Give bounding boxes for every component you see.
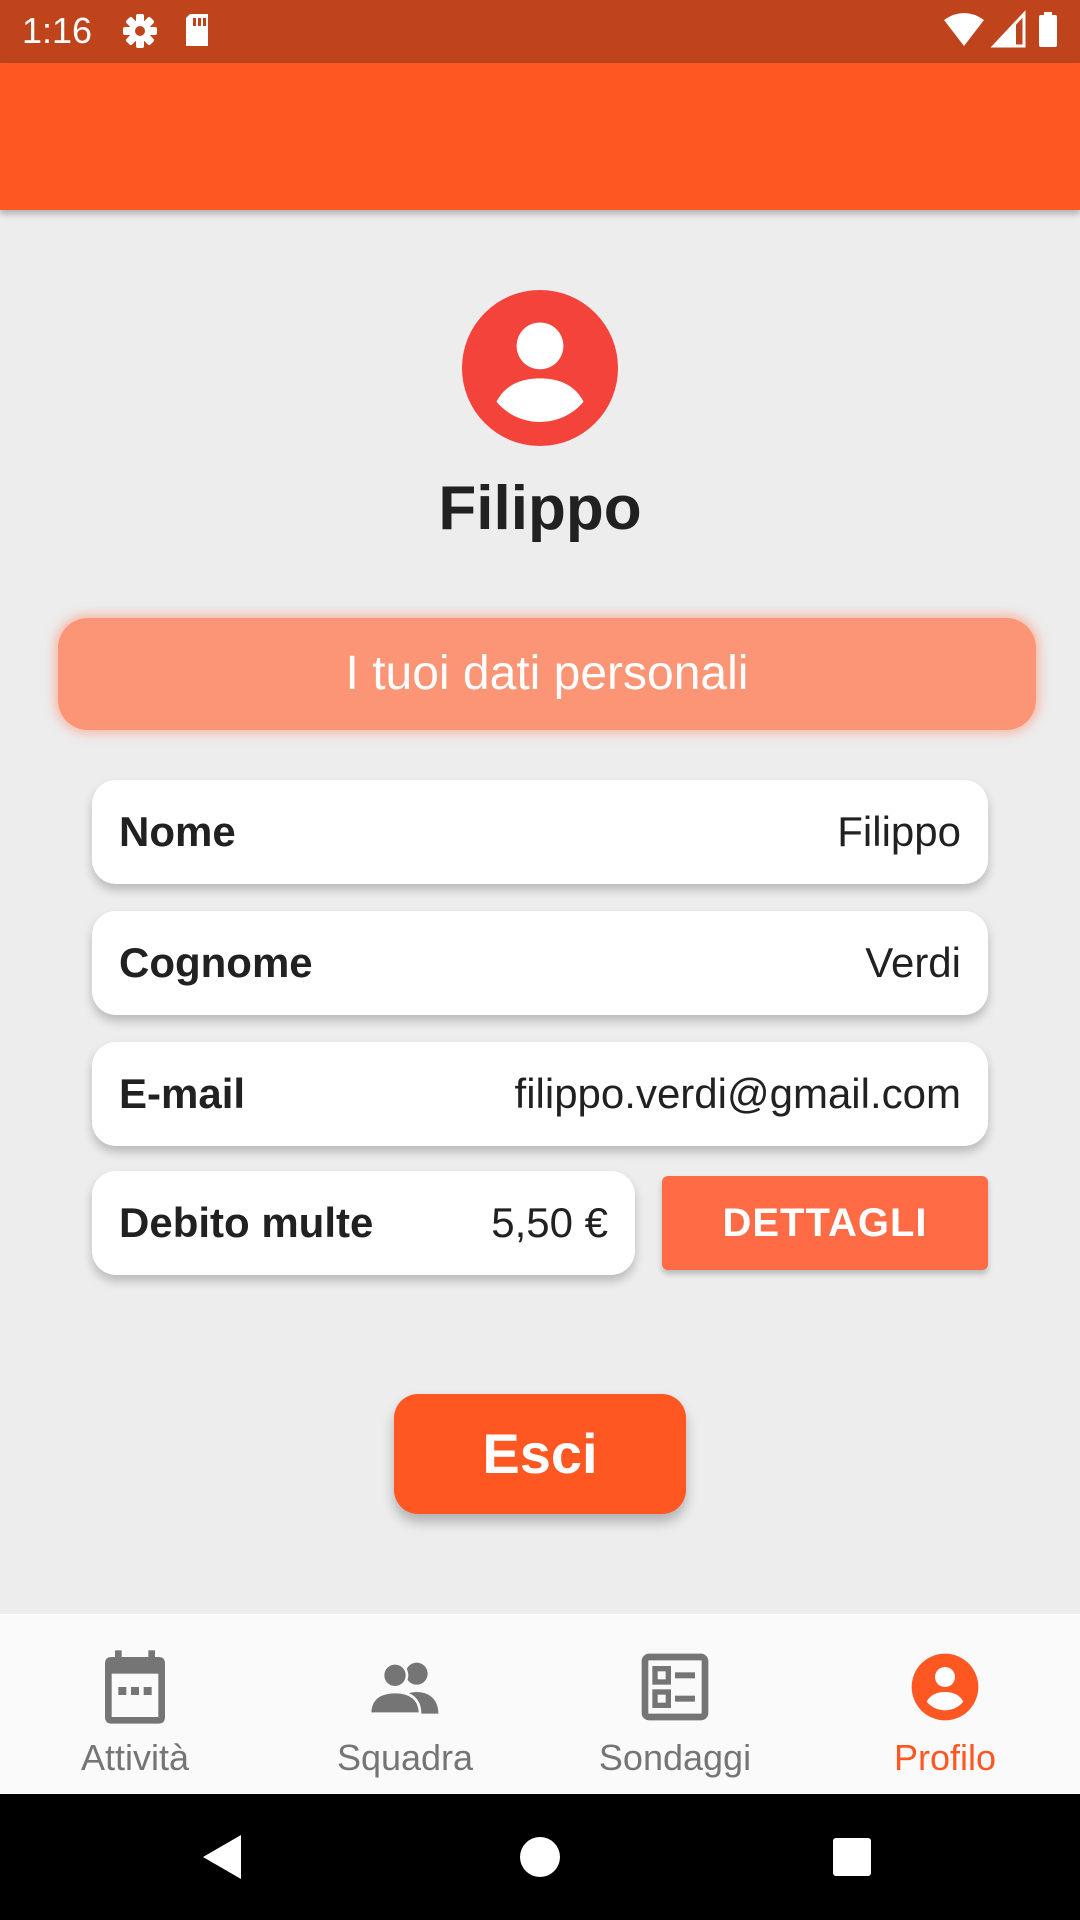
bottom-navigation: Attività Squadra Sondaggi Profilo — [0, 1614, 1080, 1794]
details-button[interactable]: DETTAGLI — [662, 1176, 988, 1270]
info-card-email: E-mail filippo.verdi@gmail.com — [92, 1042, 988, 1146]
signal-icon — [990, 10, 1026, 48]
debito-label: Debito multe — [119, 1199, 374, 1246]
info-card-cognome: Cognome Verdi — [92, 911, 988, 1015]
home-icon[interactable] — [510, 1827, 570, 1887]
nav-label-squadra: Squadra — [336, 1737, 474, 1778]
status-time: 1:16 — [22, 10, 93, 51]
nome-value: Filippo — [837, 808, 961, 855]
cognome-value: Verdi — [865, 939, 961, 986]
settings-icon — [123, 14, 157, 48]
nome-label: Nome — [119, 808, 236, 855]
nav-label-attivita: Attività — [80, 1737, 190, 1778]
recents-icon[interactable] — [822, 1827, 882, 1887]
battery-icon — [1039, 12, 1057, 47]
calendar-icon — [105, 1650, 165, 1724]
logout-button[interactable]: Esci — [394, 1394, 686, 1514]
app-bar — [0, 63, 1080, 210]
back-icon[interactable] — [195, 1827, 255, 1887]
nav-label-sondaggi: Sondaggi — [598, 1737, 752, 1778]
sd-card-icon — [186, 14, 208, 46]
system-navigation-bar — [0, 1794, 1080, 1920]
wifi-icon — [944, 13, 984, 46]
nav-label-profilo: Profilo — [893, 1737, 997, 1778]
info-card-nome: Nome Filippo — [92, 780, 988, 884]
status-bar: 1:16 — [0, 0, 1080, 63]
group-icon — [368, 1662, 439, 1715]
email-value: filippo.verdi@gmail.com — [514, 1070, 961, 1117]
email-label: E-mail — [119, 1070, 246, 1117]
nav-item-squadra[interactable]: Squadra — [270, 1614, 540, 1794]
debito-value: 5,50 € — [491, 1199, 608, 1246]
poll-icon — [641, 1653, 709, 1721]
account-circle-icon — [462, 290, 618, 446]
nav-item-attivita[interactable]: Attività — [0, 1614, 270, 1794]
section-title: I tuoi dati personali — [58, 618, 1036, 730]
info-card-debito: Debito multe 5,50 € — [92, 1171, 635, 1275]
account-circle-icon — [911, 1653, 979, 1721]
profile-name: Filippo — [438, 474, 642, 543]
nav-item-sondaggi[interactable]: Sondaggi — [540, 1614, 810, 1794]
cognome-label: Cognome — [119, 939, 313, 986]
nav-item-profilo[interactable]: Profilo — [810, 1614, 1080, 1794]
